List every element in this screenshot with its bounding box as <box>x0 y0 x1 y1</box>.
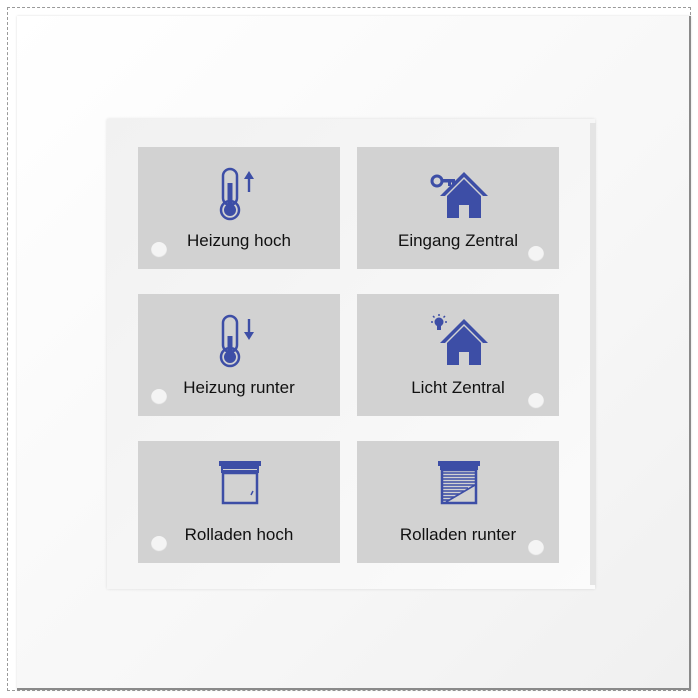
house-light-icon <box>357 314 559 366</box>
button-label: Heizung runter <box>183 378 295 397</box>
button-label: Rolladen hoch <box>184 525 294 544</box>
heizung-runter-button[interactable]: Heizung runter <box>138 294 340 416</box>
button-label: Eingang Zentral <box>397 231 519 250</box>
eingang-zentral-button[interactable]: Eingang Zentral <box>357 147 559 269</box>
status-led <box>151 536 167 552</box>
rolladen-runter-button[interactable]: Rolladen runter <box>357 441 559 563</box>
status-led <box>151 242 167 258</box>
licht-zentral-button[interactable]: Licht Zentral <box>357 294 559 416</box>
button-label: Rolladen runter <box>399 525 517 544</box>
house-key-icon <box>357 167 559 219</box>
status-led <box>151 389 167 405</box>
status-led <box>528 393 544 409</box>
shutter-down-icon <box>357 461 559 513</box>
rolladen-hoch-button[interactable]: Rolladen hoch <box>138 441 340 563</box>
glass-edge <box>590 123 596 585</box>
thermometer-up-icon <box>138 167 340 221</box>
button-label: Heizung hoch <box>187 231 291 250</box>
shutter-up-icon <box>138 461 340 513</box>
thermometer-down-icon <box>138 314 340 368</box>
status-led <box>528 246 544 262</box>
button-label: Licht Zentral <box>411 378 505 397</box>
heizung-hoch-button[interactable]: Heizung hoch <box>138 147 340 269</box>
status-led <box>528 540 544 556</box>
